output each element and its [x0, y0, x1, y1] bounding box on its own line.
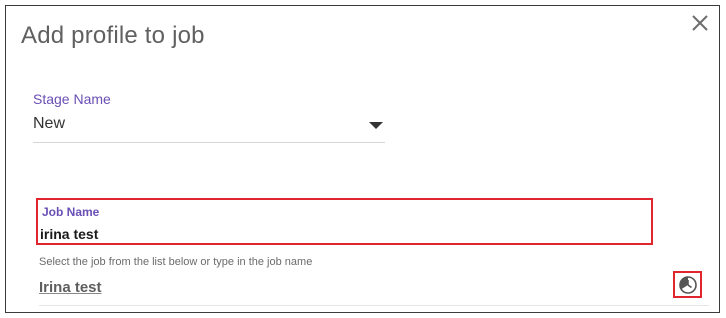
job-name-label: Job Name	[42, 205, 100, 219]
dialog-title: Add profile to job	[21, 22, 205, 49]
job-suggestion-label: Irina test	[39, 279, 102, 296]
stage-name-select[interactable]: New	[33, 110, 385, 143]
job-name-helper-text: Select the job from the list below or ty…	[39, 256, 313, 268]
close-icon[interactable]	[690, 13, 710, 33]
add-profile-dialog: Add profile to job Stage Name New Job Na…	[5, 5, 720, 313]
stage-name-label: Stage Name	[33, 91, 111, 107]
history-icon[interactable]	[673, 271, 702, 298]
chevron-down-icon	[369, 122, 383, 129]
job-name-input[interactable]	[40, 225, 640, 243]
job-name-field: Job Name	[36, 198, 653, 245]
job-suggestion-item[interactable]: Irina test	[39, 275, 709, 306]
stage-name-value: New	[33, 115, 66, 132]
